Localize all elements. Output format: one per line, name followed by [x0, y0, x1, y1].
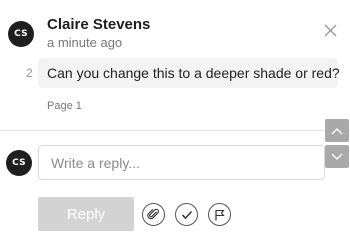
chevron-up-icon	[331, 127, 343, 134]
close-icon	[324, 24, 336, 36]
chevron-down-icon	[331, 153, 343, 160]
paperclip-icon	[147, 208, 159, 220]
scroll-up-button[interactable]	[325, 119, 349, 142]
comment-timestamp: a minute ago	[47, 35, 123, 50]
author-avatar: CS	[8, 21, 34, 47]
attach-button[interactable]	[142, 203, 165, 226]
checkmark-icon	[181, 210, 192, 219]
comment-number: 2	[26, 66, 33, 80]
divider	[0, 130, 350, 131]
author-name: Claire Stevens	[47, 16, 151, 33]
flag-button[interactable]	[208, 203, 231, 226]
reply-button[interactable]: Reply	[38, 197, 134, 231]
resolve-button[interactable]	[175, 203, 198, 226]
page-label: Page 1	[47, 100, 82, 112]
close-button[interactable]	[320, 20, 340, 40]
flag-icon	[215, 209, 225, 220]
reply-avatar: CS	[6, 150, 32, 176]
comment-text: Can you change this to a deeper shade or…	[47, 65, 340, 81]
comment-bubble: Can you change this to a deeper shade or…	[38, 58, 340, 88]
reply-input[interactable]	[38, 145, 325, 180]
scroll-down-button[interactable]	[325, 145, 349, 168]
